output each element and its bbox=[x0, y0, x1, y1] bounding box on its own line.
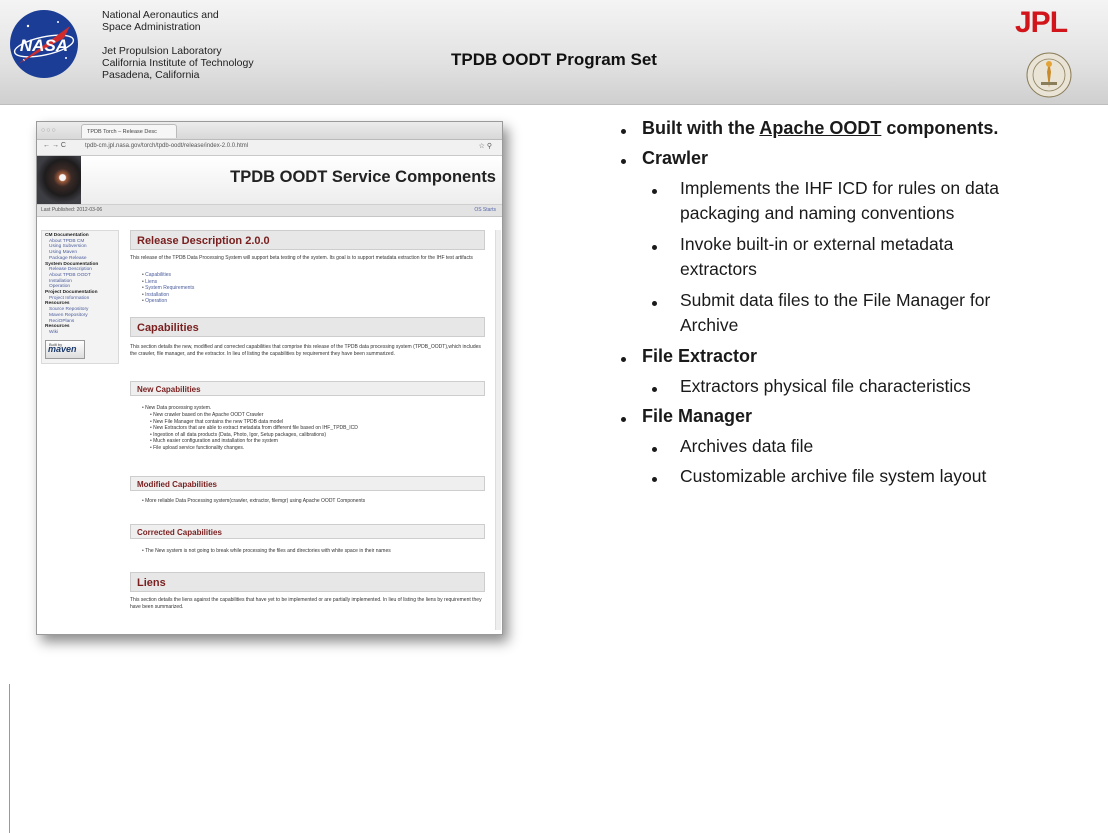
liens-text: This section details the liens against t… bbox=[130, 597, 482, 610]
list-item: New File Manager that contains the new T… bbox=[150, 419, 358, 426]
capabilities-heading: Capabilities bbox=[130, 317, 485, 337]
site-logo bbox=[37, 156, 81, 204]
liens-heading: Liens bbox=[130, 572, 485, 592]
bullet-icon bbox=[652, 301, 657, 306]
list-item: The New system is not going to break whi… bbox=[142, 548, 482, 555]
list-item: New crawler based on the Apache OODT Cra… bbox=[150, 412, 358, 419]
sub-bullet: Invoke built-in or external metadata bbox=[680, 234, 954, 254]
sub-bullet-cont: extractors bbox=[680, 259, 757, 279]
bullet-crawler: Crawler bbox=[642, 148, 709, 168]
slide-header: NASA National Aeronautics and Space Admi… bbox=[0, 0, 1108, 105]
link-item[interactable]: Capabilities bbox=[142, 272, 194, 279]
list-item: Much easier configuration and installati… bbox=[150, 438, 358, 445]
version-link[interactable]: OS Starts bbox=[474, 205, 496, 216]
new-capabilities-heading: New Capabilities bbox=[130, 381, 485, 396]
bullet-icon bbox=[652, 447, 657, 452]
scrollbar[interactable] bbox=[495, 230, 501, 630]
link-item[interactable]: Operation bbox=[142, 298, 194, 305]
bullet-icon bbox=[621, 129, 626, 134]
org-line: Space Administration bbox=[102, 21, 201, 33]
link-item[interactable]: Liens bbox=[142, 279, 194, 286]
jpl-logo: JPL bbox=[1015, 6, 1068, 39]
sub-bullet: Customizable archive file system layout bbox=[680, 466, 987, 486]
list-item: New Extractors that are able to extract … bbox=[150, 425, 358, 432]
link-item[interactable]: System Requirements bbox=[142, 285, 194, 292]
bullet-icon bbox=[652, 189, 657, 194]
link-item[interactable]: Installation bbox=[142, 292, 194, 299]
modified-capabilities-list: More reliable Data Processing system(cra… bbox=[142, 498, 365, 505]
corrected-capabilities-heading: Corrected Capabilities bbox=[130, 524, 485, 539]
sub-bullet: Submit data files to the File Manager fo… bbox=[680, 290, 991, 310]
sub-bullet-cont: Archive bbox=[680, 315, 739, 335]
nav-arrows-icon[interactable]: ← → C bbox=[43, 142, 66, 149]
site-sidebar: CM Documentation About TPDB CM Using Subve… bbox=[41, 230, 119, 364]
bookmark-star-icon[interactable]: ☆ ⚲ bbox=[479, 142, 492, 150]
bullet-icon bbox=[652, 245, 657, 250]
bullet-icon bbox=[652, 387, 657, 392]
bullet-apache-oodt: Built with the Apache OODT components. bbox=[642, 118, 998, 139]
browser-nav-bar: ← → C tpdb-cm.jpl.nasa.gov/torch/tpdb-oo… bbox=[37, 140, 502, 156]
bullet-file-extractor: File Extractor bbox=[642, 346, 758, 366]
new-capabilities-sublist: New crawler based on the Apache OODT Cra… bbox=[150, 412, 358, 452]
embedded-screenshot: ○○○ TPDB Torch – Release Desc ← → C tpdb… bbox=[36, 121, 503, 635]
bullet-icon bbox=[621, 417, 626, 422]
bullet-icon bbox=[621, 357, 626, 362]
list-item: More reliable Data Processing system(cra… bbox=[142, 498, 365, 505]
published-bar: Last Published: 2012-03-06 OS Starts bbox=[37, 205, 502, 217]
window-controls-icon: ○○○ bbox=[41, 127, 57, 134]
release-links: Capabilities Liens System Requirements I… bbox=[142, 272, 194, 305]
maven-badge[interactable]: Built by maven bbox=[45, 339, 85, 359]
sub-bullet: Extractors physical file characteristics bbox=[680, 376, 971, 396]
browser-tab-bar: ○○○ TPDB Torch – Release Desc bbox=[37, 122, 502, 140]
sidebar-link[interactable]: Wiki bbox=[45, 330, 115, 336]
caltech-seal bbox=[1026, 52, 1072, 98]
last-published: Last Published: 2012-03-06 bbox=[41, 207, 103, 213]
new-capabilities-list: New Data processing system. bbox=[142, 405, 211, 412]
site-title: TPDB OODT Service Components bbox=[230, 168, 496, 186]
slide-title: TPDB OODT Program Set bbox=[451, 50, 657, 69]
bullet-icon bbox=[621, 159, 626, 164]
list-item: New Data processing system. bbox=[142, 405, 211, 412]
lab-line: Pasadena, California bbox=[102, 69, 200, 81]
bullet-file-manager: File Manager bbox=[642, 406, 753, 426]
address-bar[interactable]: tpdb-cm.jpl.nasa.gov/torch/tpdb-oodt/rel… bbox=[85, 143, 248, 149]
slide-edge-line bbox=[9, 684, 10, 833]
release-heading: Release Description 2.0.0 bbox=[130, 230, 485, 250]
sub-bullet: Archives data file bbox=[680, 436, 814, 456]
org-line: National Aeronautics and bbox=[102, 9, 219, 21]
list-item: Ingestion of all data products (Data, Ph… bbox=[150, 432, 358, 439]
site-banner: TPDB OODT Service Components bbox=[37, 156, 502, 205]
sub-bullet-cont: packaging and naming conventions bbox=[680, 203, 955, 223]
browser-tab[interactable]: TPDB Torch – Release Desc bbox=[81, 124, 177, 138]
release-text: This release of the TPDB Data Processing… bbox=[130, 255, 473, 261]
bullet-icon bbox=[652, 477, 657, 482]
modified-capabilities-heading: Modified Capabilities bbox=[130, 476, 485, 491]
apache-oodt-link[interactable]: Apache OODT bbox=[759, 118, 881, 138]
bullet-text: Built with the bbox=[642, 118, 760, 138]
sub-bullet: Implements the IHF ICD for rules on data bbox=[680, 178, 1000, 198]
bullet-text: components. bbox=[881, 118, 999, 138]
list-item: File upload service functionality change… bbox=[150, 445, 358, 452]
organization-block: National Aeronautics and Space Administr… bbox=[102, 9, 254, 81]
capabilities-text: This section details the new, modified a… bbox=[130, 344, 481, 357]
corrected-capabilities-list: The New system is not going to break whi… bbox=[142, 548, 482, 555]
